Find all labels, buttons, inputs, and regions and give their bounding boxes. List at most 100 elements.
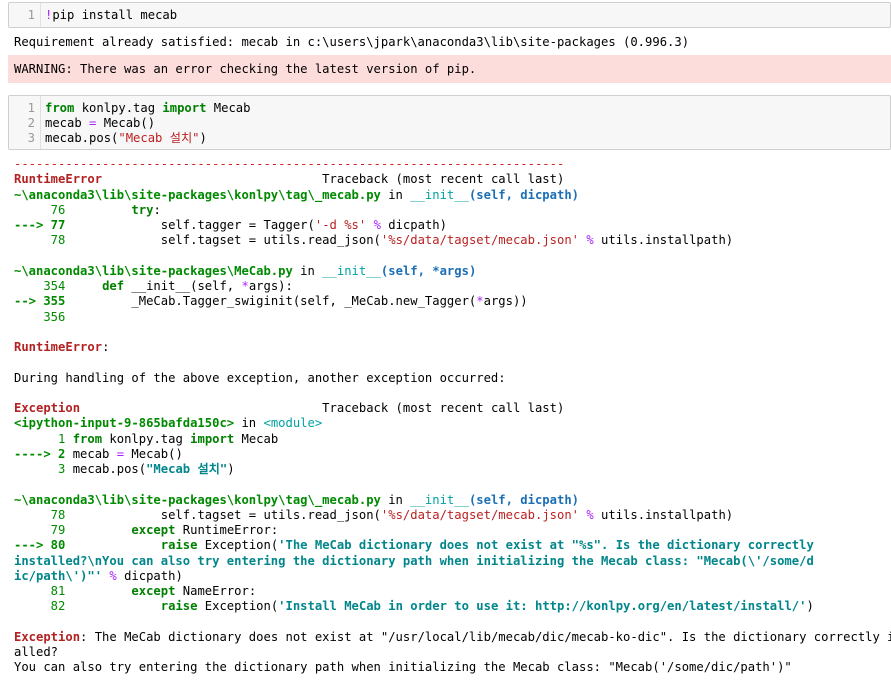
code-token: import <box>162 101 207 115</box>
traceback-line <box>14 355 887 370</box>
code-token: (self, *args) <box>380 263 477 278</box>
code-token: __init__ <box>410 187 469 202</box>
code-token: Mecab() <box>96 116 156 130</box>
traceback-line <box>14 615 887 630</box>
code-line[interactable]: mecab.pos("Mecab 설치") <box>45 131 207 146</box>
traceback-line: ---> 77 self.tagger = Tagger('-d %s' % d… <box>14 218 887 233</box>
code-token: mecab.pos( <box>45 131 119 145</box>
traceback-line: RuntimeError: <box>14 340 887 355</box>
code-token: 354 <box>14 279 66 293</box>
code-token: % <box>586 233 594 248</box>
code-line[interactable]: !pip install mecab <box>45 8 177 23</box>
traceback-line: ----> 2 mecab = Mecab() <box>14 447 887 462</box>
code-token: konlpy.tag <box>102 431 191 446</box>
traceback-line: ic/path\')"' % dicpath) <box>14 569 887 584</box>
code-token: __init__(self, <box>124 279 242 293</box>
code-token: raise <box>160 538 198 553</box>
code-token: Exception( <box>197 538 279 553</box>
code-token: RuntimeError <box>14 340 103 354</box>
code-line[interactable]: from konlpy.tag import Mecab <box>45 101 250 116</box>
code-token: ----------------------------------------… <box>14 157 565 171</box>
code-token: 82 <box>14 599 66 614</box>
code-token: ---> 80 <box>14 538 66 553</box>
code-token: self.tagger = Tagger( <box>65 218 315 232</box>
traceback-line <box>14 477 887 492</box>
code-token: 1 <box>14 431 66 446</box>
code-token: except <box>131 584 176 598</box>
code-token: <ipython-input-9-865bafda150c> <box>14 416 235 431</box>
code-token: (self, dicpath) <box>468 187 579 202</box>
traceback-line: 3 mecab.pos("Mecab 설치") <box>14 462 887 477</box>
code-token: konlpy.tag <box>74 101 163 115</box>
code-token: except <box>131 523 176 537</box>
code-token: % <box>373 218 381 232</box>
code-token: '%s/data/tagset/mecab.json' <box>380 233 580 248</box>
traceback-line: installed?\nYou can also try entering th… <box>14 554 887 569</box>
traceback-line: 356 <box>14 310 887 325</box>
code-token: self.tagset = utils.read_json( <box>65 233 381 248</box>
code-token: : <box>102 340 110 354</box>
code-token: Traceback (most recent call last) <box>102 172 565 187</box>
line-number: 3 <box>27 131 35 145</box>
code-token: ----> 2 <box>14 446 66 461</box>
traceback-line: ~\anaconda3\lib\site-packages\konlpy\tag… <box>14 493 887 508</box>
code-token: in <box>292 263 323 278</box>
code-token: --> 355 <box>14 294 66 309</box>
code-token: pip install mecab <box>52 8 178 22</box>
code-token: <module> <box>263 416 323 431</box>
code-token: 78 <box>14 233 66 248</box>
code-token: NameError: <box>175 584 257 598</box>
code-token: mecab <box>65 446 117 461</box>
code-token: installed?\nYou can also try entering th… <box>14 553 814 568</box>
code-token: _MeCab.Tagger_swiginit(self, _MeCab.new_… <box>65 294 477 309</box>
traceback-line: You can also try entering the dictionary… <box>14 660 887 675</box>
code-token: ~\anaconda3\lib\site-packages\MeCab.py <box>14 263 293 278</box>
code-token: ic/path\')"' <box>14 568 103 583</box>
code-token: ~\anaconda3\lib\site-packages\konlpy\tag… <box>14 492 381 507</box>
code-token: 3 <box>14 462 66 476</box>
output-requirement-line: Requirement already satisfied: mecab in … <box>14 35 690 49</box>
code-token: ) <box>806 599 814 614</box>
code-token: __init__ <box>410 492 469 507</box>
code-token: in <box>380 492 411 507</box>
code-token: ~\anaconda3\lib\site-packages\konlpy\tag… <box>14 187 381 202</box>
code-token: args)) <box>483 294 528 309</box>
code-token: from <box>45 101 75 115</box>
code-token: ) <box>227 462 235 476</box>
traceback-line: ~\anaconda3\lib\site-packages\konlpy\tag… <box>14 188 887 203</box>
code-token: mecab <box>45 116 90 130</box>
code-token: (self, dicpath) <box>468 492 579 507</box>
code-token: dicpath) <box>380 218 447 232</box>
code-token: * <box>241 279 249 293</box>
line-number-gutter: 123 <box>9 96 41 149</box>
code-token: 'Install MeCab in order to use it: http:… <box>278 599 807 614</box>
code-token: __init__ <box>322 263 381 278</box>
code-token: % <box>586 507 594 522</box>
traceback-line: During handling of the above exception, … <box>14 371 887 386</box>
line-number: 1 <box>27 8 35 22</box>
code-cell-2[interactable]: 123 from konlpy.tag import Mecab mecab = … <box>8 95 891 150</box>
code-token: 356 <box>14 309 66 324</box>
code-line[interactable]: mecab = Mecab() <box>45 116 155 131</box>
code-token: Traceback (most recent call last) <box>80 401 565 415</box>
code-token: in <box>234 416 264 431</box>
traceback-line: 82 raise Exception('Install MeCab in ord… <box>14 599 887 614</box>
code-cell-1[interactable]: 1 !pip install mecab <box>8 2 891 28</box>
traceback-line: --> 355 _MeCab.Tagger_swiginit(self, _Me… <box>14 294 887 309</box>
traceback-line: 78 self.tagset = utils.read_json('%s/dat… <box>14 233 887 248</box>
traceback-line: 76 try: <box>14 203 887 218</box>
code-token: * <box>476 294 484 309</box>
code-token: self.tagset = utils.read_json( <box>65 507 381 522</box>
traceback-line: 1 from konlpy.tag import Mecab <box>14 432 887 447</box>
traceback-line: Exception Traceback (most recent call la… <box>14 401 887 416</box>
code-token: : <box>153 202 161 217</box>
code-token: 78 <box>14 507 66 522</box>
code-token: You can also try entering the dictionary… <box>14 660 792 675</box>
traceback-line: alled? <box>14 645 887 660</box>
code-token: alled? <box>14 645 59 659</box>
